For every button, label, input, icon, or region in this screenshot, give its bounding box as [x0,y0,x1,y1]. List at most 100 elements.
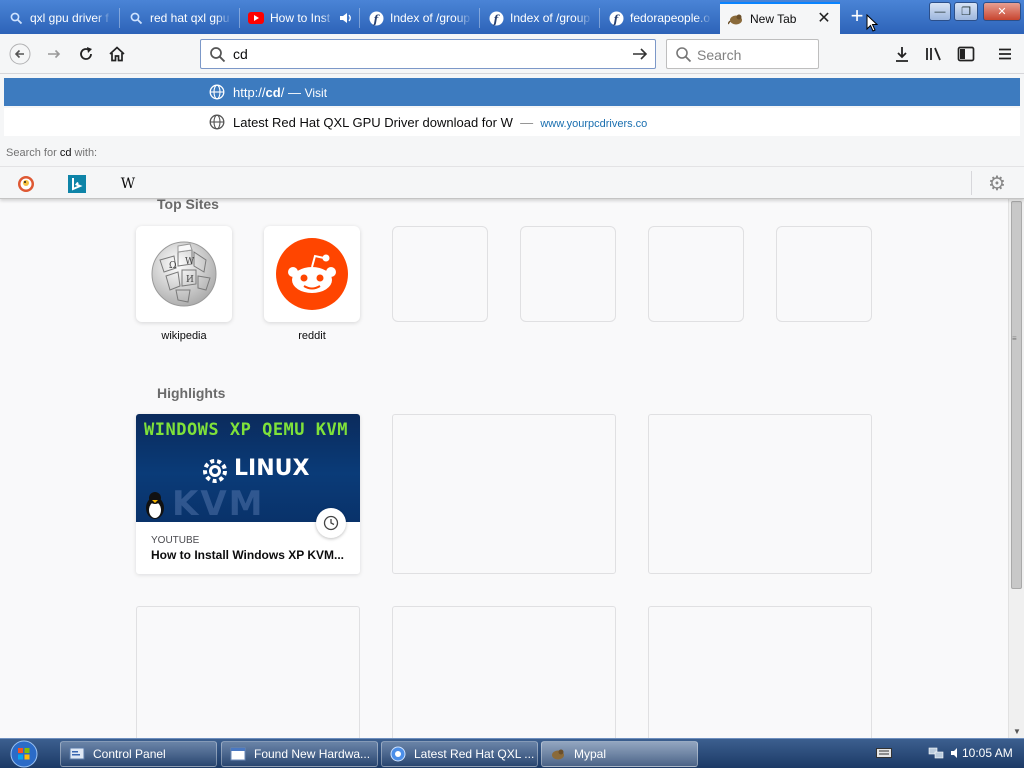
highlight-card-youtube[interactable]: WINDOWS XP QEMU KVM LINUX KVM YOUTUBE Ho… [136,414,360,574]
youtube-icon [248,10,264,26]
browser-icon [390,746,406,762]
home-button[interactable] [103,40,131,68]
reload-icon [80,47,92,60]
go-arrow-icon[interactable] [631,45,649,66]
suggestion-history-row[interactable]: Latest Red Hat QXL GPU Driver download f… [4,108,1020,136]
tab-youtube-how-to-install[interactable]: How to Inst [240,2,360,34]
tux-penguin-icon [146,492,164,519]
tab-label: qxl gpu driver f [30,11,109,25]
duckduckgo-icon[interactable] [15,173,37,195]
tab-fedorapeople[interactable]: f fedorapeople.o [600,2,720,34]
url-suggestions-popup: http://cd/ — Visit Latest Red Hat QXL GP… [0,74,1024,199]
taskbar-label: Control Panel [93,747,166,761]
top-site-tile-empty[interactable] [648,226,744,322]
fedora-icon: f [488,10,504,26]
control-panel-icon [69,746,85,762]
search-with-header: Search for cd with: [6,147,97,159]
svg-text:W: W [185,257,195,267]
search-term: cd [59,147,72,159]
reload-button[interactable] [72,40,100,68]
scroll-down-arrow-icon[interactable]: ▼ [1013,727,1021,736]
taskbar-label: Found New Hardwa... [254,747,371,761]
top-site-tile-empty[interactable] [392,226,488,322]
suggestion-url: www.yourpcdrivers.co [540,118,648,130]
taskbar-clock[interactable]: 10:05 AM [962,746,1013,760]
close-window-button[interactable]: ✕ [983,2,1021,21]
search-icon [128,10,144,26]
tab-new-tab[interactable]: New Tab ✕ [720,2,840,34]
url-input[interactable] [233,44,623,64]
separator: — [520,115,534,130]
taskbar-found-new-hardware[interactable]: Found New Hardwa... [221,741,378,767]
tab-index-of-group-1[interactable]: f Index of /group [360,2,480,34]
new-tab-page: Top Sites Ω W И wikipedia reddit Highlig… [0,199,1008,738]
thumbnail-headline: WINDOWS XP QEMU KVM [144,420,348,440]
clock-icon [316,508,346,538]
network-icon[interactable] [928,746,944,763]
tab-red-hat-qxl[interactable]: red hat qxl gpu [120,2,240,34]
sidebar-button[interactable] [952,40,980,68]
highlight-card-empty[interactable] [136,606,360,738]
wikipedia-icon[interactable]: W [117,173,139,195]
back-button[interactable] [6,40,34,68]
search-icon [8,10,24,26]
downloads-button[interactable] [888,40,916,68]
top-site-tile-empty[interactable] [776,226,872,322]
mouse-cursor-icon [866,14,878,32]
taskbar-control-panel[interactable]: Control Panel [60,741,217,767]
url-typed-text: cd [265,85,281,100]
search-icon [676,47,692,63]
taskbar-mypal[interactable]: Mypal [541,741,698,767]
search-bar[interactable] [666,39,819,69]
search-settings-gear-icon[interactable]: ⚙ [988,171,1006,196]
highlight-card-empty[interactable] [648,606,872,738]
system-tray [876,739,962,768]
vertical-scrollbar[interactable]: ≡ ▼ [1008,199,1024,738]
scrollbar-thumb[interactable] [1011,201,1022,589]
windows-taskbar: Control Panel Found New Hardwa... Latest… [0,738,1024,768]
suggestion-title: http://cd/ — Visit [233,85,327,100]
tab-index-of-group-2[interactable]: f Index of /group [480,2,600,34]
url-bar[interactable] [200,39,656,69]
scrollbar-grip-icon: ≡ [1012,334,1017,343]
highlight-card-empty[interactable] [648,414,872,574]
forward-button[interactable] [40,40,68,68]
taskbar-latest-red-hat-qxl[interactable]: Latest Red Hat QXL ... [381,741,538,767]
thumbnail-linux-text: LINUX [234,456,310,481]
url-prefix: http:// [233,85,266,100]
top-site-tile-empty[interactable] [520,226,616,322]
tab-qxl-gpu-driver[interactable]: qxl gpu driver f [0,2,120,34]
svg-text:Ω: Ω [169,261,176,271]
library-button[interactable] [920,40,948,68]
search-for-suffix: with: [71,147,98,159]
volume-icon[interactable] [950,747,962,762]
top-site-tile-wikipedia[interactable]: Ω W И [136,226,232,322]
separator: — [287,85,301,100]
fedora-icon: f [608,10,624,26]
highlights-title: Highlights [157,385,226,401]
close-tab-icon[interactable]: ✕ [816,11,832,27]
start-button[interactable] [4,739,44,768]
suggestion-visit-row[interactable]: http://cd/ — Visit [4,78,1020,106]
wikipedia-globe-icon: Ω W И [151,241,217,307]
tab-label: How to Inst [270,11,331,25]
visit-action: Visit [304,86,328,100]
speaker-icon[interactable] [338,10,354,26]
search-input[interactable] [697,45,812,65]
top-sites-title: Top Sites [157,199,219,212]
maximize-button[interactable]: ❐ [954,2,978,21]
thumbnail-kvm-text: KVM [172,484,265,522]
top-site-tile-reddit[interactable] [264,226,360,322]
highlight-card-empty[interactable] [392,606,616,738]
forward-arrow-icon [48,49,61,59]
menu-button[interactable] [991,40,1019,68]
url-suffix: / [280,85,285,100]
keyboard-icon[interactable] [876,747,892,761]
taskbar-label: Mypal [574,747,607,761]
bing-icon[interactable] [66,173,88,195]
svg-text:И: И [186,275,194,285]
highlight-thumbnail: WINDOWS XP QEMU KVM LINUX KVM [136,414,360,522]
highlight-card-empty[interactable] [392,414,616,574]
minimize-button[interactable]: — [929,2,951,21]
tab-strip: qxl gpu driver f red hat qxl gpu How to … [0,0,1024,34]
